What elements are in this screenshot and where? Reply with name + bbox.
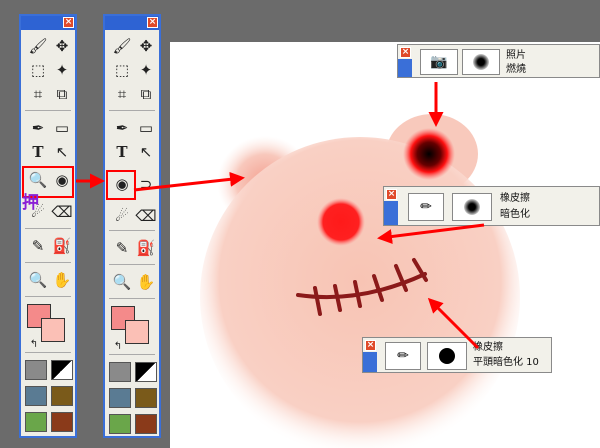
separator [109,110,155,111]
pencil-icon: ✏ [397,348,409,364]
bear-eye-burned [403,128,455,180]
separator [25,110,71,111]
bear-eye-red [317,198,365,246]
magic-wand-icon[interactable]: ✦ [51,60,73,80]
mode-thumb[interactable] [135,414,157,434]
preset-mode: 燃燒 [506,64,526,75]
close-button[interactable]: × [365,340,376,351]
eraser-icon[interactable]: ⌫ [135,206,157,226]
preset-name: 照片 [506,50,526,61]
preset-mode: 暗色化 [500,209,530,220]
brush-icon[interactable]: 🖌 [27,36,49,56]
rectangle-icon[interactable]: ▭ [51,118,73,138]
move-icon[interactable]: ✥ [51,36,73,56]
toolbox-left: × 🖌 ✥ ⬚ ✦ ⌗ ⧉ ✒ ▭ T ↖ 🔍 ◉ ☄ ⌫ ✎ ⛽ 🔍 ✋ ↰ [19,14,77,438]
tool-options-panel-flat: × ✏ 橡皮擦 平頭暗色化 10 [362,337,552,373]
close-button[interactable]: × [400,47,411,58]
text-icon[interactable]: T [111,142,133,162]
marquee-icon[interactable]: ⬚ [111,60,133,80]
separator [25,352,71,353]
bear-illustration [200,114,520,448]
pointer-icon[interactable]: ↖ [135,142,157,162]
brush-tip-button[interactable] [452,193,492,221]
swap-colors-icon[interactable]: ↰ [107,336,129,356]
preset-name: 橡皮擦 [473,342,503,353]
toolbox-titlebar[interactable]: × [21,16,75,30]
mode-thumb[interactable] [51,386,73,406]
toolbox-right: × 🖌 ✥ ⬚ ✦ ⌗ ⧉ ✒ ▭ T ↖ ◉ ⊃ ☄ ⌫ ✎ ⛽ 🔍 ✋ ↰ [103,14,161,438]
separator [25,228,71,229]
marquee-icon[interactable]: ⬚ [27,60,49,80]
separator [109,298,155,299]
sponge-icon[interactable]: ⊃ [135,174,157,194]
mode-thumb[interactable] [109,414,131,434]
camera-preset-button[interactable]: 📷 [420,49,458,75]
slice-icon[interactable]: ⧉ [51,84,73,104]
smudge-icon[interactable]: ☄ [111,206,133,226]
mode-thumb[interactable] [109,362,131,382]
separator [25,262,71,263]
drawing-canvas[interactable] [170,42,600,448]
mode-thumb[interactable] [25,412,47,432]
pencil-icon: ✏ [420,199,432,215]
panel-stripe [363,352,377,372]
mode-thumb[interactable] [51,360,73,380]
eraser-icon[interactable]: ⌫ [51,202,73,222]
crop-icon[interactable]: ⌗ [111,84,133,104]
hand-icon[interactable]: ✋ [51,270,73,290]
panel-stripe [398,59,412,77]
rectangle-icon[interactable]: ▭ [135,118,157,138]
text-icon[interactable]: T [27,142,49,162]
close-button[interactable]: × [63,17,74,28]
tool-options-panel-burn: × 📷 照片 燃燒 [397,44,600,78]
crop-icon[interactable]: ⌗ [27,84,49,104]
pen-icon[interactable]: ✒ [111,118,133,138]
slice-icon[interactable]: ⧉ [135,84,157,104]
pen-icon[interactable]: ✒ [27,118,49,138]
paint-bucket-icon[interactable]: ⛽ [51,236,73,256]
soft-brush-icon [473,54,489,70]
soft-brush-icon [464,199,480,215]
paint-bucket-icon[interactable]: ⛽ [135,238,157,258]
eyedropper-icon[interactable]: ✎ [27,236,49,256]
zoom-icon[interactable]: 🔍 [111,272,133,292]
brush-icon[interactable]: 🖌 [111,36,133,56]
mode-thumb[interactable] [135,388,157,408]
pointer-icon[interactable]: ↖ [51,142,73,162]
toolbox-titlebar[interactable]: × [105,16,159,30]
brush-tip-button[interactable] [427,342,467,370]
camera-icon: 📷 [430,54,448,70]
eraser-preset-button[interactable]: ✏ [408,193,444,221]
mode-thumb[interactable] [25,360,47,380]
annotation-label: 押 [22,193,39,213]
mode-thumb[interactable] [51,412,73,432]
swap-colors-icon[interactable]: ↰ [23,334,45,354]
eraser-preset-button[interactable]: ✏ [385,342,421,370]
magic-wand-icon[interactable]: ✦ [135,60,157,80]
separator [109,264,155,265]
preset-name: 橡皮擦 [500,193,530,204]
separator [109,354,155,355]
mode-thumb[interactable] [109,388,131,408]
preset-mode: 平頭暗色化 10 [473,357,539,368]
hard-brush-icon [439,348,455,364]
tool-highlight-box [106,170,136,200]
separator [109,230,155,231]
separator [25,296,71,297]
mode-thumb[interactable] [135,362,157,382]
mode-thumb[interactable] [25,386,47,406]
zoom-icon[interactable]: 🔍 [27,270,49,290]
move-icon[interactable]: ✥ [135,36,157,56]
brush-tip-button[interactable] [462,49,500,75]
hand-icon[interactable]: ✋ [135,272,157,292]
tool-options-panel-darken: × ✏ 橡皮擦 暗色化 [383,186,600,226]
panel-stripe [384,201,398,225]
close-button[interactable]: × [147,17,158,28]
eyedropper-icon[interactable]: ✎ [111,238,133,258]
close-button[interactable]: × [386,189,397,200]
